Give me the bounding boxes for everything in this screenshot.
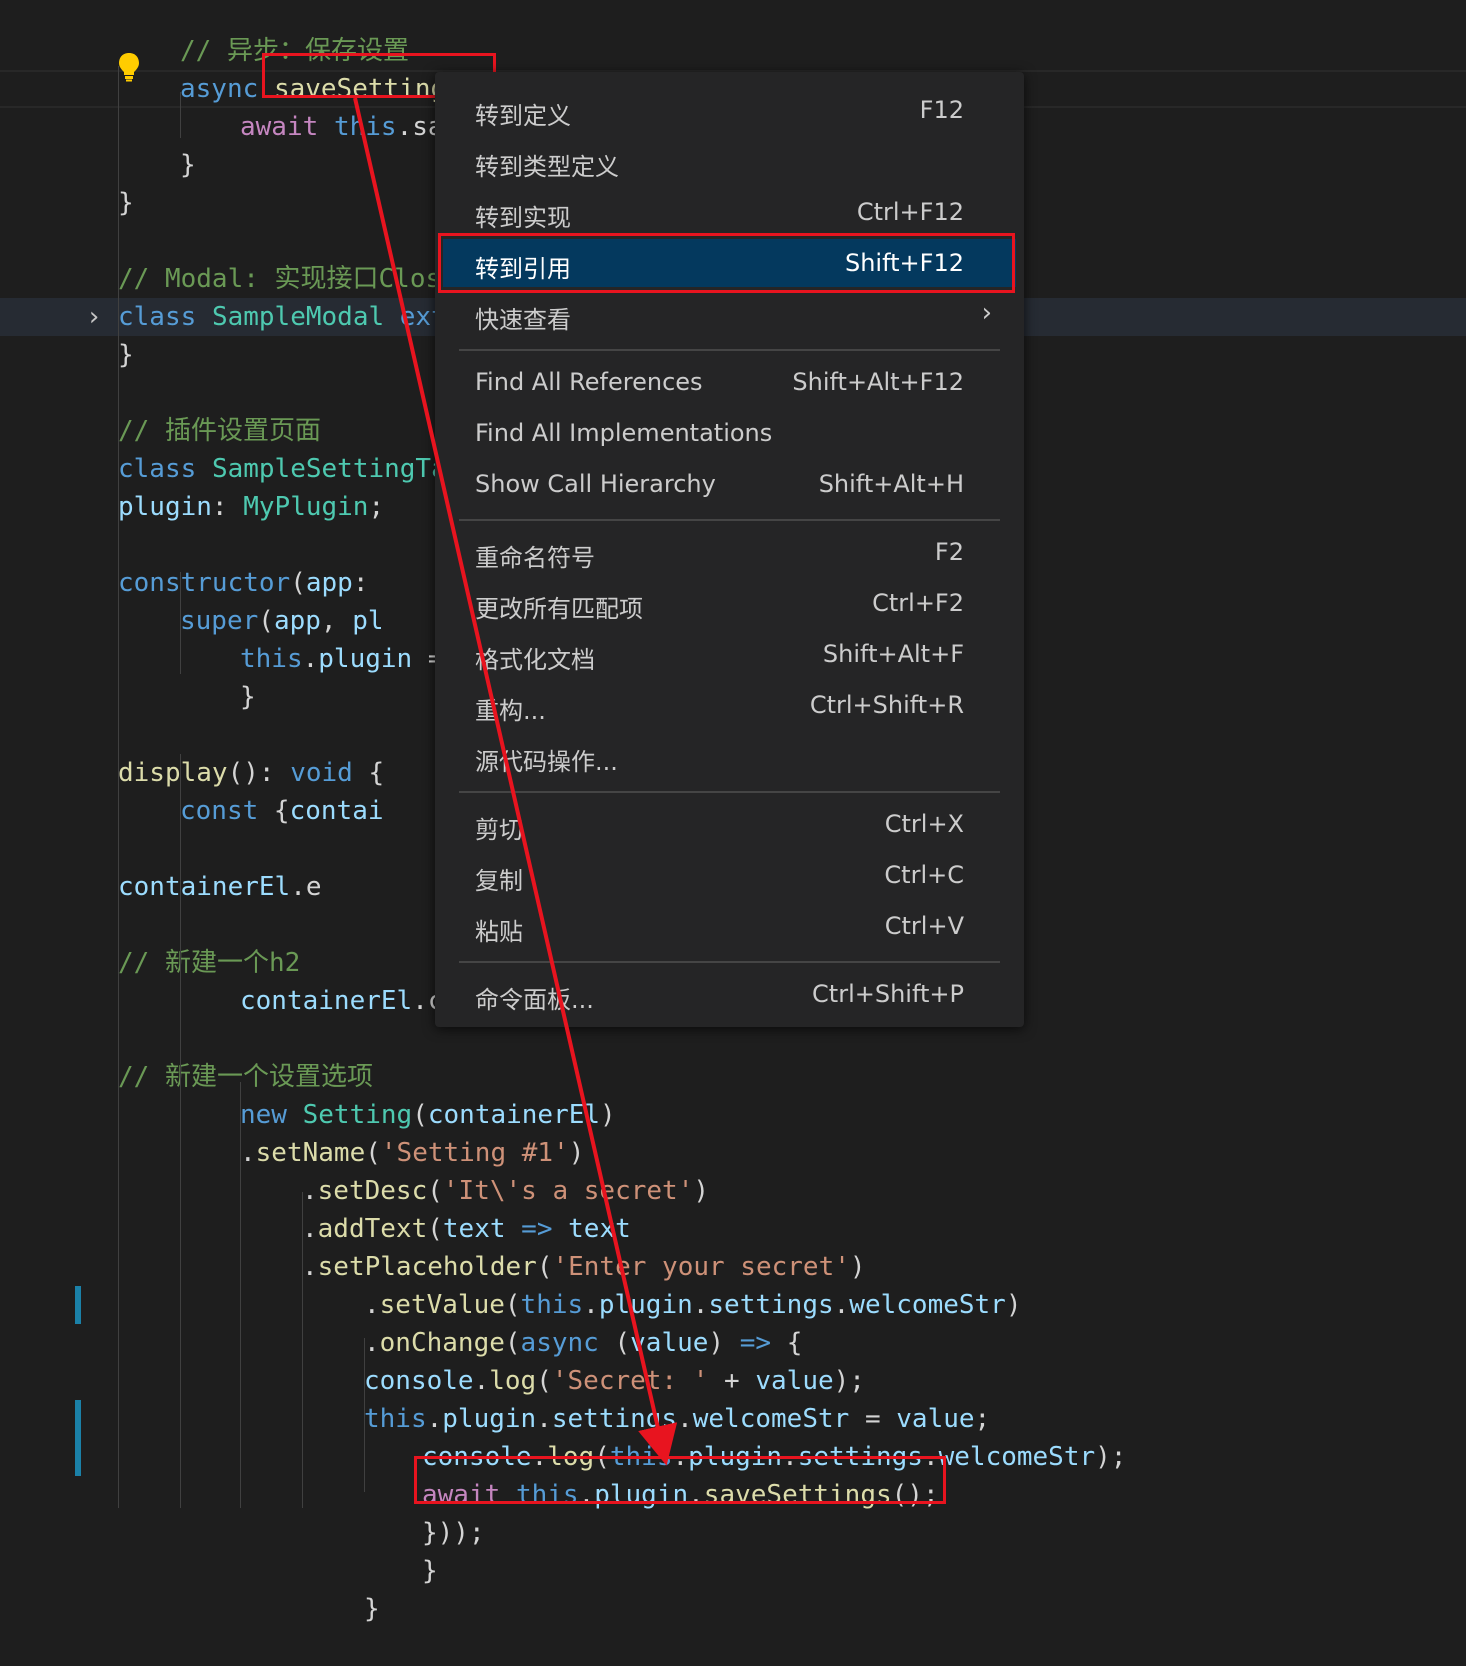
- code-line[interactable]: [0, 1628, 1466, 1666]
- annotation-arrow: [353, 97, 678, 1466]
